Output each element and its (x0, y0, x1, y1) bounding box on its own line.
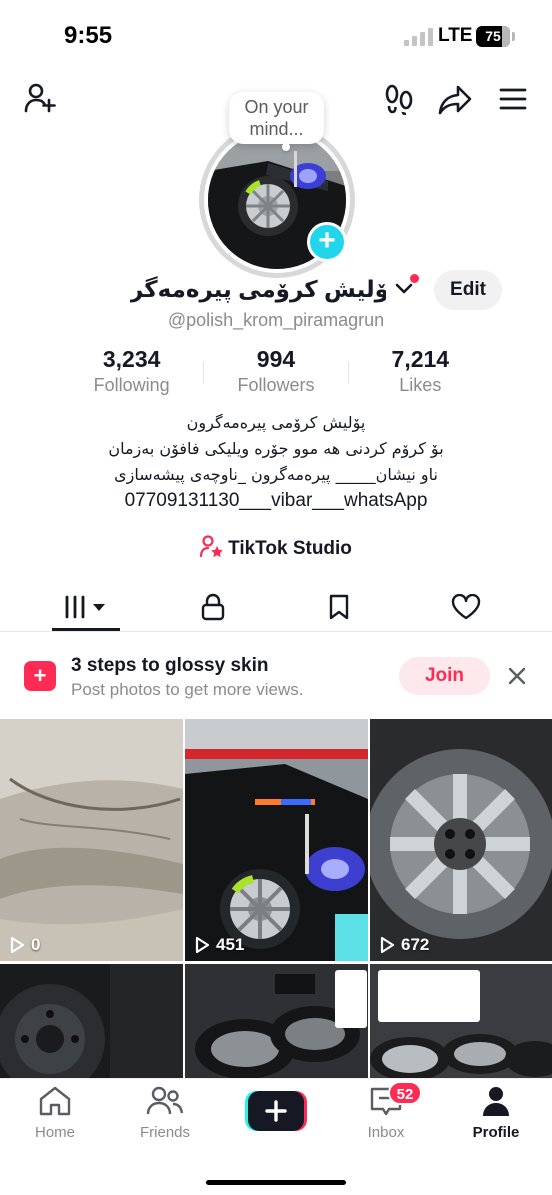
tab-saved[interactable] (270, 582, 408, 632)
stat-value: 994 (256, 346, 296, 372)
view-count-value: 451 (216, 935, 245, 954)
battery-icon: 75 (476, 26, 510, 47)
nav-label: Friends (139, 1124, 191, 1141)
status-time: 9:55 (64, 22, 113, 49)
plus-icon (245, 1091, 307, 1131)
tab-liked[interactable] (397, 582, 535, 632)
bio-line: بۆ کرۆم کردنی هە موو جۆرە ویلیکی فافۆن ب… (108, 439, 444, 458)
view-count: 672 (378, 935, 429, 955)
tiktok-studio-link[interactable]: TikTok Studio (0, 535, 552, 563)
studio-label: TikTok Studio (228, 538, 352, 560)
display-name: پۆلیش کرۆمی پیرەمەگر... (130, 276, 386, 302)
tab-underline (52, 628, 120, 631)
bio-line: ناو نیشان_____ پیرەمەگرون _ناوچەی پیشەسا… (114, 465, 438, 484)
hamburger-menu-icon[interactable] (497, 84, 529, 114)
tab-videos[interactable] (18, 582, 156, 632)
edit-profile-button[interactable]: Edit (434, 270, 502, 310)
stat-label: Followers (237, 375, 315, 395)
stat-followers[interactable]: 994 Followers (204, 346, 347, 402)
home-indicator (206, 1180, 346, 1185)
view-count: 0 (8, 935, 40, 955)
footprints-icon[interactable] (383, 82, 415, 116)
banner-subtitle: Post photos to get more views. (71, 680, 304, 699)
create-button[interactable] (245, 1091, 307, 1131)
bio: پۆلیش کرۆمی پیرەمەگرون بۆ کرۆم کردنی هە … (40, 410, 512, 514)
video-grid: 0 451 672 (0, 719, 552, 1079)
stat-label: Following (93, 375, 170, 395)
bookmark-icon (329, 594, 349, 620)
promo-banner[interactable]: + 3 steps to glossy skin Post photos to … (0, 637, 552, 717)
video-tile[interactable] (370, 964, 552, 1079)
nav-home[interactable]: Home (0, 1085, 110, 1141)
view-count-value: 672 (401, 935, 430, 954)
bio-line: پۆلیش کرۆمی پیرەمەگرون (186, 413, 366, 432)
bubble-tail (282, 143, 290, 151)
stat-following[interactable]: 3,234 Following (60, 346, 203, 402)
profile-stats: 3,234 Following 994 Followers 7,214 Like… (60, 346, 492, 402)
nav-profile[interactable]: Profile (441, 1085, 551, 1141)
nav-label: Profile (472, 1124, 520, 1141)
play-icon (380, 936, 395, 954)
status-bubble[interactable]: On your mind... (229, 92, 324, 144)
video-tile[interactable]: 451 (185, 719, 368, 961)
person-plus-icon[interactable] (22, 80, 58, 116)
stat-label: Likes (399, 375, 442, 395)
stat-value: 3,234 (102, 346, 161, 372)
play-icon (195, 936, 210, 954)
battery-tip (512, 32, 515, 41)
grid-icon (65, 595, 105, 619)
sticker-note (335, 970, 367, 1028)
studio-icon (199, 535, 224, 563)
sticker-note (378, 970, 480, 1022)
video-tile[interactable]: 672 (370, 719, 552, 961)
nav-label: Inbox (367, 1124, 405, 1141)
join-button[interactable]: Join (399, 657, 490, 695)
bottom-nav: Home Friends Inbox 52 Profile (0, 1078, 552, 1195)
inbox-badge: 52 (388, 1081, 422, 1105)
notification-dot (410, 274, 419, 283)
network-label: LTE (438, 25, 473, 46)
camera-plus-icon: + (24, 661, 56, 691)
lock-icon (201, 593, 225, 621)
play-icon (10, 936, 25, 954)
battery-level: 75 (485, 28, 501, 44)
status-bar: 9:55 LTE 75 (0, 0, 552, 72)
tab-private[interactable] (144, 582, 282, 632)
stat-value: 7,214 (391, 346, 450, 372)
video-tile[interactable]: 0 (0, 719, 183, 961)
signal-icon (404, 28, 433, 46)
share-arrow-icon[interactable] (437, 82, 473, 116)
username: @polish_krom_piramagrun (167, 310, 385, 330)
profile-icon (483, 1087, 509, 1116)
video-tile[interactable] (0, 964, 183, 1079)
banner-title: 3 steps to glossy skin (71, 655, 269, 676)
add-avatar-button[interactable]: + (307, 222, 347, 262)
nav-inbox[interactable]: Inbox (331, 1085, 441, 1141)
stat-likes[interactable]: 7,214 Likes (349, 346, 492, 402)
friends-icon (146, 1086, 184, 1115)
home-icon (39, 1086, 71, 1116)
close-icon[interactable] (506, 665, 528, 692)
view-count-value: 0 (31, 935, 41, 954)
view-count: 451 (193, 935, 244, 955)
bio-line: 07709131130___vibar___whatsApp (124, 490, 428, 511)
nav-friends[interactable]: Friends (110, 1085, 220, 1141)
battery-fill (501, 26, 510, 47)
content-tabs (0, 582, 552, 632)
video-tile[interactable] (185, 964, 368, 1079)
nav-label: Home (34, 1124, 75, 1141)
heart-icon (451, 594, 481, 620)
